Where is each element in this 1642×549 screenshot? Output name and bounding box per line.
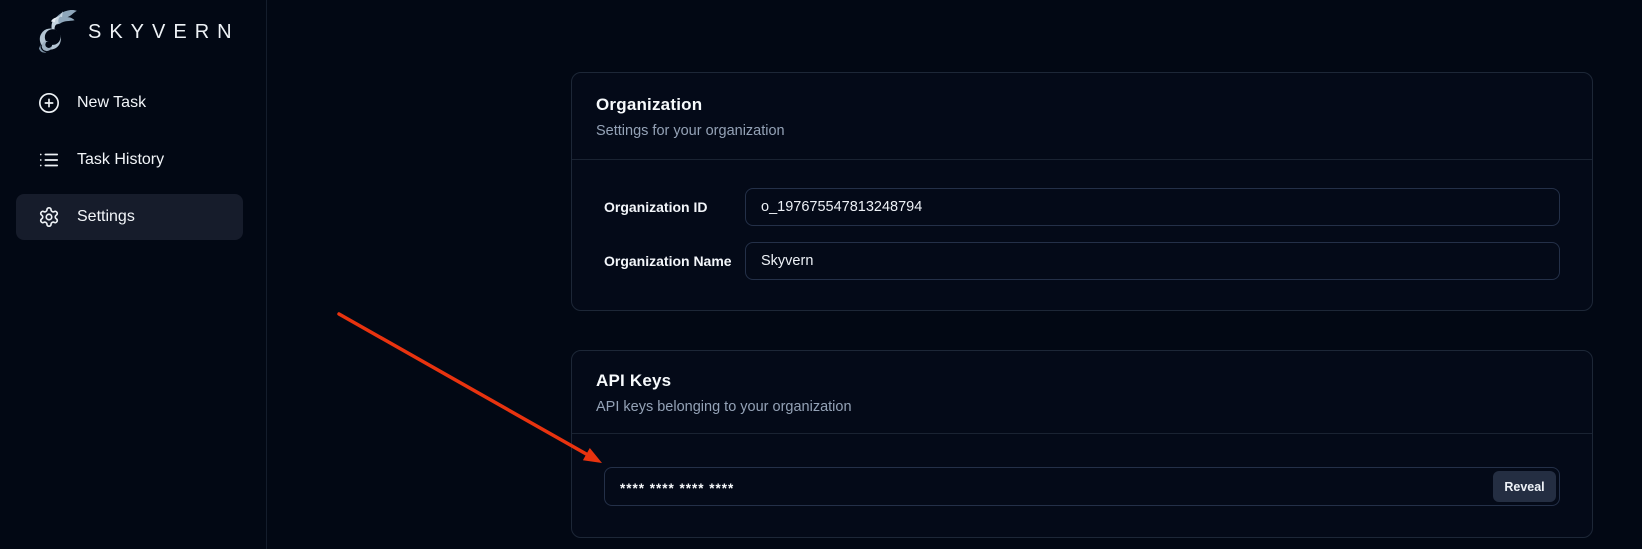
logo-wordmark: SKYVERN	[88, 21, 240, 44]
organization-card-header: Organization Settings for your organizat…	[572, 73, 1592, 160]
api-key-masked-value: **** **** **** ****	[620, 481, 734, 496]
sidebar-nav: New Task Task History Settings	[0, 80, 266, 240]
api-keys-card-header: API Keys API keys belonging to your orga…	[572, 351, 1592, 434]
organization-id-input[interactable]	[745, 188, 1560, 226]
card-subtitle: API keys belonging to your organization	[596, 399, 1568, 415]
app-logo[interactable]: SKYVERN	[0, 6, 266, 58]
sidebar-item-new-task[interactable]: New Task	[16, 80, 243, 126]
organization-id-row: Organization ID	[604, 188, 1560, 226]
organization-card: Organization Settings for your organizat…	[571, 72, 1593, 311]
api-keys-card: API Keys API keys belonging to your orga…	[571, 350, 1593, 538]
gear-icon	[38, 206, 60, 228]
organization-card-body: Organization ID Organization Name	[572, 160, 1592, 310]
card-subtitle: Settings for your organization	[596, 123, 1568, 139]
sidebar: SKYVERN New Task Task History Settings	[0, 0, 267, 549]
organization-name-input[interactable]	[745, 242, 1560, 280]
sidebar-item-settings[interactable]: Settings	[16, 194, 243, 240]
sidebar-item-task-history[interactable]: Task History	[16, 137, 243, 183]
card-title: Organization	[596, 95, 1568, 115]
main-content: Organization Settings for your organizat…	[267, 0, 1642, 549]
sidebar-item-label: Task History	[77, 151, 164, 169]
organization-id-label: Organization ID	[604, 199, 745, 215]
card-title: API Keys	[596, 371, 1568, 391]
api-key-field[interactable]: **** **** **** **** Reveal	[604, 467, 1560, 506]
organization-name-label: Organization Name	[604, 253, 745, 269]
list-icon	[38, 149, 60, 171]
skyvern-dragon-icon	[30, 6, 80, 58]
reveal-button[interactable]: Reveal	[1493, 471, 1556, 502]
circle-plus-icon	[38, 92, 60, 114]
sidebar-item-label: Settings	[77, 208, 135, 226]
sidebar-item-label: New Task	[77, 94, 146, 112]
api-keys-card-body: **** **** **** **** Reveal	[572, 434, 1592, 537]
organization-name-row: Organization Name	[604, 242, 1560, 280]
